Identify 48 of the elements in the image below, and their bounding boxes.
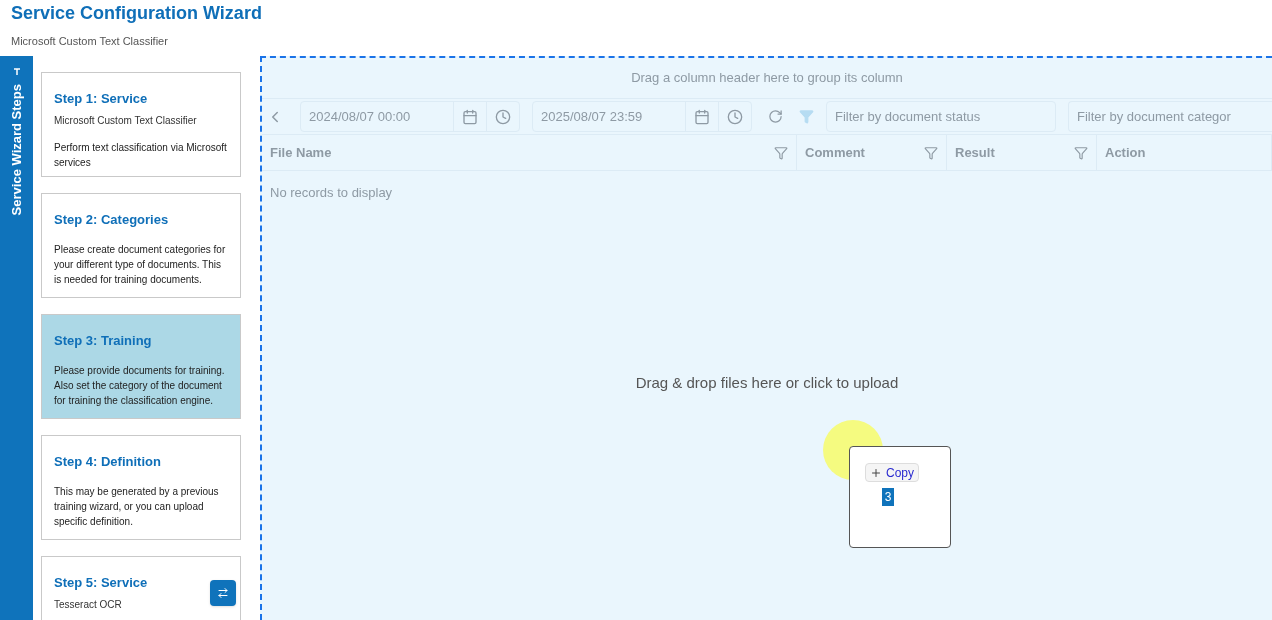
copy-label: Copy xyxy=(865,463,919,482)
category-filter[interactable]: Filter by document categor xyxy=(1068,101,1272,132)
step-title: Step 2: Categories xyxy=(54,211,170,229)
step-description: Please create document categories for your different type of documents. This is needed for training documents. xyxy=(54,242,227,287)
step-subtitle: Tesseract OCR xyxy=(54,597,123,612)
calendar-icon[interactable] xyxy=(694,108,710,125)
column-header[interactable]: Action xyxy=(1097,135,1272,170)
column-header[interactable]: Result xyxy=(947,135,1097,170)
step-card[interactable]: Step 1: Service Microsoft Custom Text Classifier Perform text classification via Microsoft services xyxy=(41,72,241,177)
step-title: Step 3: Training xyxy=(54,332,153,350)
page-subtitle: Microsoft Custom Text Classifier xyxy=(11,34,169,49)
calendar-icon[interactable] xyxy=(462,108,478,125)
step-card[interactable]: Step 5: Service Tesseract OCR xyxy=(41,556,241,620)
column-header[interactable]: File Name xyxy=(262,135,797,170)
group-hint: Drag a column header here to group its column xyxy=(630,69,904,88)
swap-icon xyxy=(217,587,229,599)
upload-hint: Drag & drop files here or click to upload xyxy=(634,373,900,393)
clock-icon[interactable] xyxy=(727,108,743,125)
refresh-icon[interactable] xyxy=(768,109,783,124)
empty-message: No records to display xyxy=(269,184,394,202)
page-title: Service Configuration Wizard xyxy=(11,3,263,23)
side-tab[interactable]: Service Wizard Steps xyxy=(0,56,33,620)
date-field[interactable]: 2024/08/07 00:00 xyxy=(300,101,520,132)
step-title: Step 4: Definition xyxy=(54,453,162,471)
column-filter-icon[interactable] xyxy=(924,145,938,160)
plus-icon xyxy=(870,466,882,479)
column-filter-icon[interactable] xyxy=(774,145,788,160)
side-tab-label: Service Wizard Steps xyxy=(7,84,25,216)
step-card[interactable]: Step 4: Definition This may be generated by a previous training wizard, or you can upload specific definition. xyxy=(41,435,241,540)
step-description: Please provide documents for training. Also set the category of the document for training the classification engine. xyxy=(54,363,226,408)
column-header[interactable]: Comment xyxy=(797,135,947,170)
date-value: 2024/08/07 00:00 xyxy=(308,107,412,126)
step-card[interactable]: Step 3: Training Please provide documents for training. Also set the category of the document for training the classification engine. xyxy=(41,314,241,419)
swap-button[interactable] xyxy=(210,580,236,606)
step-title: Step 1: Service xyxy=(54,90,149,108)
step-subtitle: Microsoft Custom Text Classifier xyxy=(54,113,198,128)
column-filter-icon[interactable] xyxy=(1074,145,1088,160)
pin-icon xyxy=(12,68,21,76)
date-value: 2025/08/07 23:59 xyxy=(540,107,644,126)
step-description: This may be generated by a previous training wizard, or you can upload specific definition. xyxy=(54,484,220,529)
clock-icon[interactable] xyxy=(495,108,511,125)
date-field[interactable]: 2025/08/07 23:59 xyxy=(532,101,752,132)
filter-icon[interactable] xyxy=(799,109,814,124)
step-title: Step 5: Service xyxy=(54,574,149,592)
step-card[interactable]: Step 2: Categories Please create document categories for your different type of documents. This is needed for training documents. xyxy=(41,193,241,298)
step-description: Perform text classification via Microsoft services xyxy=(54,140,228,170)
status-filter[interactable]: Filter by document status xyxy=(826,101,1056,132)
item-count: 3 xyxy=(881,488,895,506)
